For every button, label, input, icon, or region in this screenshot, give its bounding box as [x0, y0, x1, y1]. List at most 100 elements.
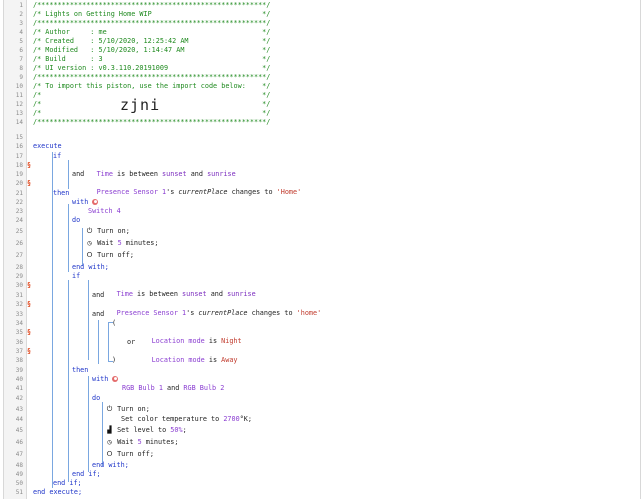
line-number: 36 — [15, 339, 23, 346]
keyword-end-with[interactable]: end with; — [92, 461, 129, 470]
command-wait[interactable]: ◷ Wait 5 minutes; — [106, 438, 179, 447]
indent-guide — [88, 280, 89, 360]
unit-minutes: minutes; — [125, 239, 159, 247]
logical-and[interactable]: and — [72, 170, 84, 179]
keyword-do[interactable]: do — [72, 216, 80, 225]
condition-presence-changes[interactable]: Presence Sensor 1's currentPlace changes… — [92, 300, 322, 327]
comment-line: /* Build : 3 */ — [33, 55, 271, 63]
code-area: /***************************************… — [4, 0, 640, 499]
line-number: 39 — [15, 367, 23, 374]
power-icon: ⏻ — [86, 227, 93, 235]
device-presence-sensor: Presence Sensor 1 — [116, 309, 187, 317]
line-number: 35 — [15, 329, 23, 336]
line-number: 25 — [15, 228, 23, 235]
keyword-end-if[interactable]: end if; — [72, 470, 101, 479]
value-night: Night — [221, 337, 242, 345]
command-turn-on[interactable]: ⏻ Turn on; — [86, 227, 130, 236]
line-number: 16 — [15, 143, 23, 150]
keyword-with[interactable]: with ● — [72, 198, 99, 207]
device-presence-sensor: Presence Sensor 1 — [96, 188, 167, 196]
indent-guide — [68, 280, 69, 482]
condition-marker-icon[interactable]: § — [26, 329, 32, 336]
line-number: 49 — [15, 471, 23, 478]
line-number: 9 — [19, 74, 23, 81]
value-sunset: sunset — [182, 290, 207, 298]
keyword-with[interactable]: with ● — [92, 375, 119, 384]
line-number: 26 — [15, 240, 23, 247]
operator-changes-to: changes to — [251, 309, 293, 317]
command-set-level[interactable]: ▟ Set level to 50%; — [106, 426, 186, 435]
condition-marker-icon[interactable]: § — [26, 282, 32, 289]
indent-guide — [52, 152, 53, 488]
condition-marker-icon[interactable]: § — [26, 162, 32, 169]
line-number: 28 — [15, 264, 23, 271]
value-five: 5 — [137, 438, 142, 446]
line-number: 27 — [15, 252, 23, 259]
unit-minutes: minutes; — [145, 438, 179, 446]
device-list[interactable]: RGB Bulb 1 and RGB Bulb 2 — [122, 384, 224, 393]
command-turn-off[interactable]: ⭘ Turn off; — [86, 251, 134, 260]
line-number: 1 — [19, 2, 23, 9]
keyword-end-with[interactable]: end with; — [72, 263, 109, 272]
line-number: 51 — [15, 489, 23, 496]
condition-location-away[interactable]: Location mode is Away — [127, 347, 238, 374]
possessive: 's — [186, 309, 195, 317]
device-switch-4[interactable]: Switch 4 — [88, 207, 121, 216]
comment-line: /* Lights on Getting Home WIP */ — [33, 10, 271, 18]
line-number: 50 — [15, 480, 23, 487]
line-number: 5 — [19, 38, 23, 45]
keyword-then[interactable]: then — [72, 366, 88, 375]
command-wait[interactable]: ◷ Wait 5 minutes; — [86, 239, 159, 248]
value-home: 'Home' — [276, 188, 302, 196]
condition-marker-icon[interactable]: § — [26, 301, 32, 308]
keyword-if[interactable]: if — [53, 152, 61, 161]
condition-presence-changes[interactable]: Presence Sensor 1's currentPlace changes… — [72, 179, 302, 206]
import-code[interactable]: zjni — [120, 96, 160, 114]
line-number: 41 — [15, 385, 23, 392]
open-group[interactable]: ( — [112, 319, 116, 328]
operator-is: is — [208, 337, 218, 345]
command-turn-off[interactable]: ⭘ Turn off; — [106, 450, 154, 459]
line-number: 23 — [15, 208, 23, 215]
keyword-end-execute[interactable]: end execute; — [33, 488, 82, 497]
value-sunrise: sunrise — [227, 290, 256, 298]
condition-marker-icon[interactable]: § — [26, 348, 32, 355]
keyword-execute[interactable]: execute — [33, 142, 62, 151]
command-set-color-temperature[interactable]: Set color temperature to 2700°K; — [121, 415, 252, 424]
line-number: 44 — [15, 416, 23, 423]
line-number: 24 — [15, 217, 23, 224]
command-turn-on[interactable]: ⏻ Turn on; — [106, 405, 150, 414]
line-number: 37 — [15, 348, 23, 355]
line-number: 19 — [15, 171, 23, 178]
logical-or[interactable]: or — [127, 338, 135, 347]
with-label: with — [72, 198, 89, 206]
comment-line: /***************************************… — [33, 73, 271, 81]
keyword-if[interactable]: if — [72, 272, 80, 281]
condition-marker-icon[interactable]: § — [26, 180, 32, 187]
keyword-do[interactable]: do — [92, 394, 100, 403]
keyword-end-if[interactable]: end if; — [53, 479, 82, 488]
line-number: 47 — [15, 451, 23, 458]
device-icon: ● — [112, 376, 119, 382]
operator-is-between: is between — [117, 170, 158, 178]
logical-and[interactable]: and — [92, 291, 104, 300]
operator-changes-to: changes to — [231, 188, 273, 196]
indent-guide — [82, 228, 83, 266]
unit-kelvin: °K; — [239, 415, 252, 423]
close-group[interactable]: ) — [112, 356, 116, 365]
indent-guide — [68, 160, 69, 189]
level-icon: ▟ — [107, 426, 112, 434]
line-number: 42 — [15, 395, 23, 402]
line-number: 45 — [15, 427, 23, 434]
device-rgb-bulb-1: RGB Bulb 1 — [122, 384, 163, 392]
line-number: 15 — [15, 134, 23, 141]
possessive: 's — [166, 188, 175, 196]
line-number: 8 — [19, 65, 23, 72]
comment-line: /* Author : me */ — [33, 28, 271, 36]
logical-and[interactable]: and — [92, 310, 104, 319]
line-number: 43 — [15, 406, 23, 413]
operand-time: Time — [116, 290, 133, 298]
keyword-then[interactable]: then — [53, 189, 69, 198]
line-number: 30 — [15, 282, 23, 289]
comment-line: /***************************************… — [33, 118, 271, 126]
